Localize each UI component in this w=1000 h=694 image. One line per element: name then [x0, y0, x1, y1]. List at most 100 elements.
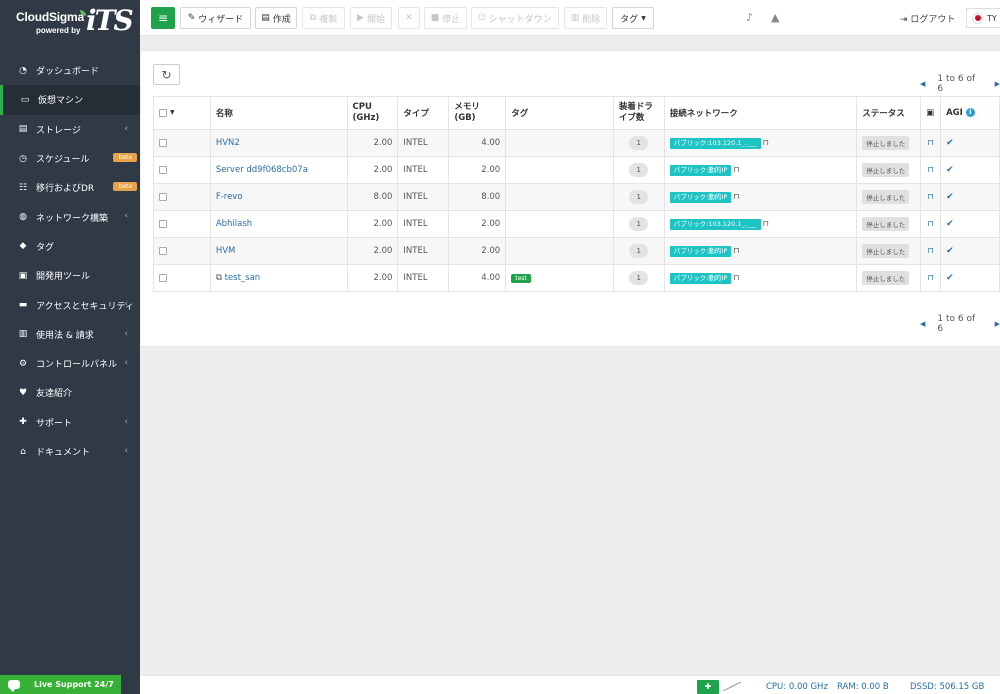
row-select-cell[interactable]	[153, 210, 211, 238]
drives-count[interactable]: 1	[629, 163, 649, 177]
header-type[interactable]: タイプ	[397, 96, 450, 130]
clone-button[interactable]: ⧉ 複製	[302, 7, 345, 29]
network-badge[interactable]: パブリック:103.120.1_.___	[669, 218, 761, 230]
sidebar-item-7[interactable]: ▣ 開発用ツール	[0, 261, 140, 290]
sidebar-item-0[interactable]: ◔ ダッシュボード	[0, 56, 140, 85]
network-badge[interactable]: パブリック:動的IP	[669, 245, 732, 257]
sidebar-item-8[interactable]: ▬ アクセスとセキュリティ ‹	[0, 290, 140, 319]
live-support-button[interactable]: Live Support 24/7	[0, 675, 121, 694]
caret-down-icon[interactable]: ▼	[170, 109, 175, 116]
language-selector[interactable]: TY	[966, 8, 1000, 28]
external-link-icon[interactable]: ⧉	[216, 273, 222, 283]
status-badge: 停止しました	[862, 190, 910, 204]
sidebar-item-9[interactable]: ▥ 使用法 & 請求 ‹	[0, 320, 140, 349]
gift-icon[interactable]: ✚	[697, 680, 719, 694]
table-row[interactable]: ⧉ test_san 2.00 INTEL 4.00 test 1 パブリック:動的IP ⊓ 停…	[153, 264, 1000, 292]
row-select-cell[interactable]	[153, 129, 211, 157]
sidebar-item-4[interactable]: ☷ 移行およびDR beta	[0, 173, 140, 202]
header-cpu[interactable]: CPU (GHz)	[346, 96, 399, 130]
shutdown-button[interactable]: ⏻ シャットダウン	[471, 7, 559, 29]
network-badge[interactable]: パブリック:動的IP	[669, 191, 732, 203]
table-row[interactable]: Server dd9f068cb07a 2.00 INTEL 2.00 1 パブリック:動…	[153, 156, 1000, 184]
create-button[interactable]: ▤ 作成	[255, 7, 297, 29]
header-name[interactable]: 名称	[209, 96, 348, 130]
unlock-icon[interactable]: ⊓	[927, 138, 933, 147]
status-badge: 停止しました	[862, 217, 910, 231]
cloudsigma-logo[interactable]: CloudSigma powered by iTS	[14, 4, 134, 40]
delete-button[interactable]: ▥ 削除	[564, 7, 607, 29]
table-row[interactable]: F-revo 8.00 INTEL 8.00 1 パブリック:動的IP ⊓ 停止しました ⊓ ✔	[153, 183, 1000, 211]
menu-button[interactable]: ≡	[151, 7, 175, 29]
unlock-icon[interactable]: ⊓	[927, 165, 933, 174]
sidebar-item-5[interactable]: ◍ ネットワーク構築 ‹	[0, 202, 140, 231]
prev-page-icon[interactable]: ◀	[920, 80, 925, 88]
prev-page-icon[interactable]: ◀	[920, 320, 925, 328]
vm-name-link[interactable]: Server dd9f068cb07a	[216, 165, 308, 175]
next-page-icon[interactable]: ▶	[995, 320, 1000, 328]
row-select-cell[interactable]	[153, 264, 211, 292]
header-drives[interactable]: 装着ドラ イブ数	[612, 96, 665, 130]
header-tag[interactable]: タグ	[505, 96, 614, 130]
tag-badge[interactable]: test	[511, 274, 531, 283]
sidebar-item-12[interactable]: ✚ サポート ‹	[0, 408, 140, 437]
vm-name-link[interactable]: F-revo	[216, 192, 243, 202]
drives-count[interactable]: 1	[629, 190, 649, 204]
row-checkbox[interactable]	[159, 192, 167, 201]
info-icon[interactable]: i	[965, 108, 975, 117]
row-checkbox[interactable]	[159, 246, 167, 255]
header-agi[interactable]: AGI i	[940, 96, 1000, 130]
row-checkbox[interactable]	[159, 219, 167, 228]
table-row[interactable]: Abhilash 2.00 INTEL 2.00 1 パブリック:103.120.1_._…	[153, 210, 1000, 238]
unlock-icon[interactable]: ⊓	[927, 273, 933, 282]
header-status[interactable]: ステータス	[856, 96, 922, 130]
stop-button[interactable]: ■ 停止	[424, 7, 467, 29]
vm-name-link[interactable]: HVM	[216, 246, 236, 256]
sidebar-item-10[interactable]: ⚙ コントロールパネル ‹	[0, 349, 140, 378]
row-checkbox[interactable]	[159, 165, 167, 174]
sidebar-item-6[interactable]: ◆ タグ	[0, 232, 140, 261]
vm-name-link[interactable]: test_san	[225, 273, 261, 283]
network-badge[interactable]: パブリック:動的IP	[669, 164, 732, 176]
row-select-cell[interactable]	[153, 237, 211, 265]
sidebar-item-1[interactable]: ▭ 仮想マシン	[0, 85, 140, 115]
drives-count[interactable]: 1	[629, 244, 649, 258]
vm-name-link[interactable]: Abhilash	[216, 219, 252, 229]
table-row[interactable]: HVN2 2.00 INTEL 4.00 1 パブリック:103.120.1_.___ ⊓ 停…	[153, 129, 1000, 157]
sidebar-item-3[interactable]: ◷ スケジュール beta	[0, 144, 140, 173]
header-cpu-unit: (GHz)	[352, 113, 380, 123]
unlock-icon[interactable]: ⊓	[927, 219, 933, 228]
header-network[interactable]: 接続ネットワーク	[663, 96, 858, 130]
vm-name-link[interactable]: HVN2	[216, 138, 240, 148]
header-memory[interactable]: メモリ (GB)	[448, 96, 507, 130]
table-row[interactable]: HVM 2.00 INTEL 2.00 1 パブリック:動的IP ⊓ 停止しました ⊓ ✔	[153, 237, 1000, 265]
network-badge[interactable]: パブリック:動的IP	[669, 272, 732, 284]
bell-icon[interactable]: ♪	[746, 11, 753, 24]
unlock-icon[interactable]: ⊓	[927, 192, 933, 201]
drives-count[interactable]: 1	[629, 136, 649, 150]
row-select-cell[interactable]	[153, 183, 211, 211]
drives-count[interactable]: 1	[629, 217, 649, 231]
wizard-button[interactable]: ✎ ウィザード	[180, 7, 251, 29]
row-checkbox[interactable]	[159, 138, 167, 147]
unlock-icon: ⊓	[762, 137, 769, 147]
graduation-cap-icon[interactable]: ▲	[771, 11, 779, 24]
start-button[interactable]: ▶ 開始	[350, 7, 392, 29]
select-all-header[interactable]: ▼	[153, 96, 211, 130]
live-support-label: Live Support 24/7	[34, 680, 114, 689]
network-badge[interactable]: パブリック:103.120.1_.___	[669, 137, 761, 149]
refresh-button[interactable]: ↻	[153, 64, 180, 85]
vm-network-cell: パブリック:103.120.1_.___ ⊓	[663, 210, 858, 238]
logout-link[interactable]: ⇥ ログアウト	[900, 12, 955, 25]
sidebar-item-11[interactable]: ♥ 友達紹介	[0, 378, 140, 407]
drives-count[interactable]: 1	[629, 271, 649, 285]
next-page-icon[interactable]: ▶	[995, 80, 1000, 88]
row-checkbox[interactable]	[159, 273, 167, 282]
select-all-checkbox[interactable]	[159, 108, 167, 117]
wrench-button[interactable]: ✕	[398, 7, 420, 29]
chevron-left-icon: ‹	[124, 211, 128, 222]
tags-dropdown[interactable]: タグ ▼	[612, 7, 654, 29]
sidebar-item-2[interactable]: ▤ ストレージ ‹	[0, 115, 140, 144]
sidebar-item-13[interactable]: ⌂ ドキュメント ‹	[0, 437, 140, 466]
row-select-cell[interactable]	[153, 156, 211, 184]
unlock-icon[interactable]: ⊓	[927, 246, 933, 255]
